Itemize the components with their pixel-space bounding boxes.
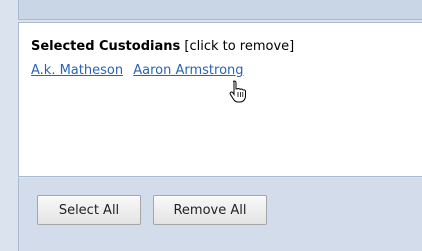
custodian-selector-window: Selected Custodians [click to remove] A.… [0, 0, 422, 251]
top-strip [18, 0, 422, 20]
selected-custodians-heading: Selected Custodians [click to remove] [31, 39, 294, 54]
remove-all-button[interactable]: Remove All [153, 195, 267, 225]
select-all-button[interactable]: Select All [37, 195, 141, 225]
custodian-link-aaron-armstrong[interactable]: Aaron Armstrong [133, 63, 243, 78]
custodian-link-ak-matheson[interactable]: A.k. Matheson [31, 63, 123, 78]
selected-custodians-list: A.k. Matheson Aaron Armstrong [31, 63, 250, 78]
hand-pointer-icon [229, 80, 246, 103]
selected-custodians-panel: Selected Custodians [click to remove] A.… [18, 22, 422, 177]
click-to-remove-hint: [click to remove] [184, 39, 295, 54]
button-bar: Select All Remove All [18, 178, 422, 251]
selected-custodians-title: Selected Custodians [31, 39, 181, 54]
